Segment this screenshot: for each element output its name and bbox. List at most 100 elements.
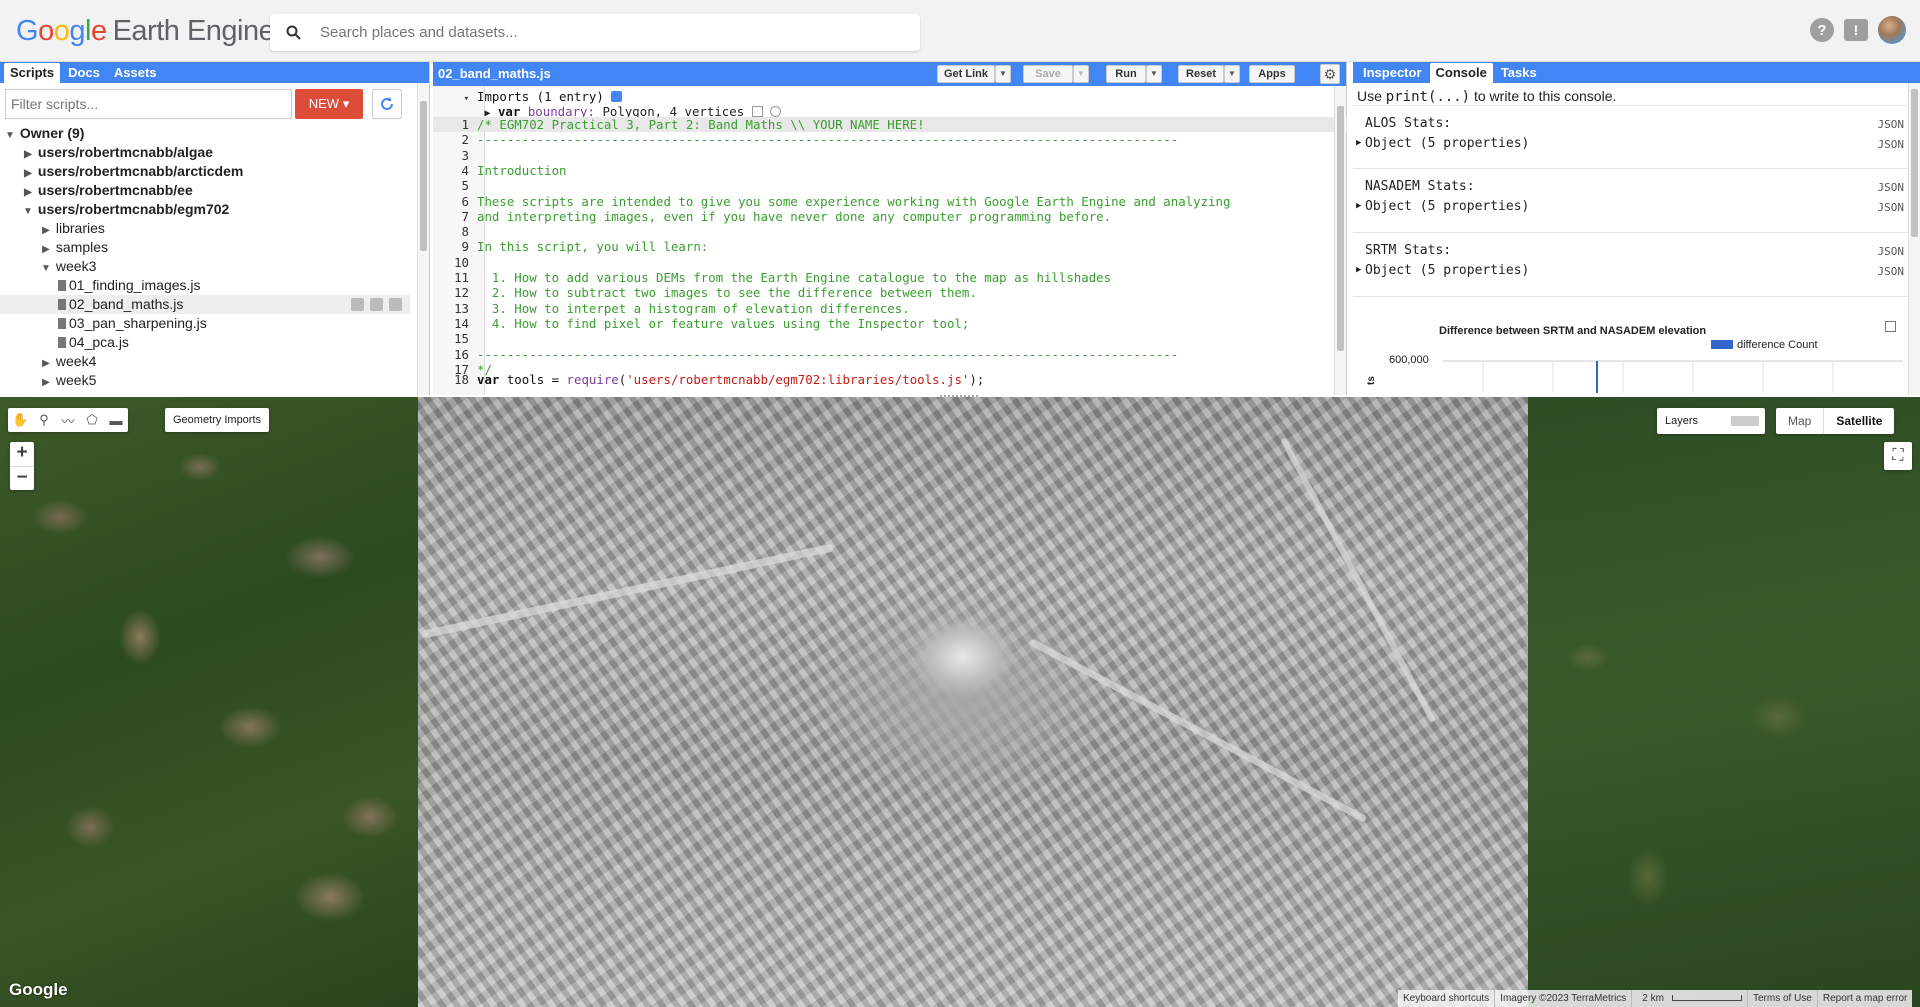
script-folder-item[interactable]: ▶ week4 [0,352,410,371]
report-error-link[interactable]: Report a map error [1816,990,1912,1007]
code-line[interactable]: 4 Introduction [433,163,1347,178]
script-file-item[interactable]: 03_pan_sharpening.js [0,314,410,333]
script-file-item[interactable]: 01_finding_images.js [0,276,410,295]
tab-assets[interactable]: Assets [108,63,163,83]
code-line[interactable]: 15 [433,331,1347,346]
refresh-button[interactable] [372,89,402,119]
entry-object[interactable]: ▶ Object (5 properties) [1356,263,1529,278]
run-dropdown[interactable]: ▼ [1146,65,1162,83]
code-line[interactable]: 12 2. How to subtract two images to see … [433,285,1347,300]
entry-object[interactable]: ▶ Object (5 properties) [1356,199,1529,214]
map-type-satellite-button[interactable]: Satellite [1823,408,1894,434]
code-line[interactable]: 10 [433,255,1347,270]
tab-docs[interactable]: Docs [62,63,106,83]
run-button[interactable]: Run [1106,65,1146,83]
help-icon[interactable]: ? [1810,18,1834,42]
tab-inspector[interactable]: Inspector [1357,63,1428,83]
code-line[interactable]: 7 and interpreting images, even if you ha… [433,209,1347,224]
chevron-right-icon[interactable]: ▶ [40,373,52,392]
code-line[interactable]: 16 --------------------------------------… [433,347,1347,362]
fullscreen-icon[interactable]: ⛶ [1884,442,1912,470]
scrollbar[interactable] [417,83,429,395]
script-file-item[interactable]: 04_pca.js [0,333,410,352]
json-link[interactable]: JSON [1878,138,1905,151]
imports-header-line[interactable]: ▾ Imports (1 entry) [433,89,1347,104]
imports-panel-icon[interactable] [611,91,623,102]
json-link[interactable]: JSON [1878,181,1905,194]
code-line[interactable]: 5 [433,178,1347,193]
draw-line-icon[interactable]: 〰 [60,411,76,430]
json-link[interactable]: JSON [1878,245,1905,258]
map-type-map-button[interactable]: Map [1776,408,1823,434]
search-input[interactable] [320,14,900,51]
apps-button[interactable]: Apps [1249,65,1295,83]
hand-pan-icon[interactable]: ✋ [12,412,28,428]
map-canvas[interactable]: ✋ ⚲ 〰 ⬠ ▬ Geometry Imports + − Layers Ma… [0,397,1920,1007]
delete-import-icon[interactable] [770,106,782,117]
expand-arrow-icon[interactable]: ▶ [1356,265,1361,275]
script-folder-item[interactable]: ▶ users/robertmcnabb/algae [0,143,410,162]
save-dropdown[interactable]: ▼ [1073,65,1089,83]
draw-polygon-icon[interactable]: ⬠ [84,412,100,428]
tab-tasks[interactable]: Tasks [1495,63,1543,83]
filter-scripts-input[interactable] [5,89,292,119]
expand-arrow-icon[interactable]: ▶ [1356,138,1361,148]
save-button[interactable]: Save [1023,65,1073,83]
entry-object[interactable]: ▶ Object (5 properties) [1356,136,1529,151]
edit-import-icon[interactable] [751,106,763,117]
code-line[interactable]: 3 [433,148,1347,163]
terms-link[interactable]: Terms of Use [1746,990,1817,1007]
rename-icon[interactable] [370,298,383,311]
code-area[interactable]: ▾ Imports (1 entry) ▶ var boundary: Polyg… [433,86,1347,395]
script-folder-item[interactable]: ▶ users/robertmcnabb/arcticdem [0,162,410,181]
get-link-dropdown[interactable]: ▼ [995,65,1011,83]
zoom-in-button[interactable]: + [10,442,34,466]
code-line[interactable]: 1 /* EGM702 Practical 3, Part 2: Band Mat… [433,117,1347,132]
script-folder-item[interactable]: ▼ Owner (9) [0,124,410,143]
scale-bar[interactable]: 2 km [1631,990,1747,1007]
reset-button[interactable]: Reset [1178,65,1224,83]
script-file-item[interactable]: 02_band_maths.js [0,295,410,314]
code-line[interactable]: 14 4. How to find pixel or feature value… [433,316,1347,331]
feedback-icon[interactable]: ! [1844,19,1868,41]
layers-control[interactable]: Layers [1657,408,1765,434]
history-icon[interactable] [351,298,364,311]
script-folder-item[interactable]: ▶ libraries [0,219,410,238]
code-line[interactable]: 6 These scripts are intended to give you … [433,194,1347,209]
new-script-button[interactable]: NEW ▾ [295,89,363,119]
popout-icon[interactable] [1885,321,1896,332]
scrollbar[interactable] [1908,83,1920,395]
tab-scripts[interactable]: Scripts [4,63,61,83]
code-line[interactable]: 8 [433,224,1347,239]
zoom-out-button[interactable]: − [10,466,34,490]
add-marker-icon[interactable]: ⚲ [36,412,52,428]
geometry-imports-button[interactable]: Geometry Imports [165,408,270,432]
code-line[interactable]: 13 3. How to interpet a histogram of ele… [433,301,1347,316]
draw-rectangle-icon[interactable]: ▬ [108,413,124,428]
script-folder-item[interactable]: ▼ week3 [0,257,410,276]
json-link[interactable]: JSON [1878,265,1905,278]
script-folder-item[interactable]: ▼ users/robertmcnabb/egm702 [0,200,410,219]
search-box[interactable] [270,14,920,51]
histogram-bar[interactable] [1596,361,1598,393]
collapse-arrow-icon[interactable]: ▾ [464,94,469,104]
code-line[interactable]: 2 ---------------------------------------… [433,132,1347,147]
scrollbar[interactable] [1334,86,1346,395]
json-link[interactable]: JSON [1878,201,1905,214]
code-line-18[interactable]: 18 var tools = require('users/robertmcnab… [433,372,1347,387]
script-folder-item[interactable]: ▶ samples [0,238,410,257]
code-line[interactable]: 11 1. How to add various DEMs from the E… [433,270,1347,285]
earth-engine-logo[interactable]: Google Earth Engine [16,15,275,48]
script-folder-item[interactable]: ▶ users/robertmcnabb/ee [0,181,410,200]
reset-dropdown[interactable]: ▼ [1224,65,1240,83]
get-link-button[interactable]: Get Link [937,65,995,83]
code-line[interactable]: 9 In this script, you will learn: [433,239,1347,254]
tab-console[interactable]: Console [1429,63,1493,83]
delete-icon[interactable] [389,298,402,311]
gear-icon[interactable]: ⚙ [1320,64,1340,84]
keyboard-shortcuts-link[interactable]: Keyboard shortcuts [1398,990,1494,1007]
json-link[interactable]: JSON [1878,118,1905,131]
layer-opacity-slider[interactable] [1731,416,1759,426]
account-avatar[interactable] [1878,16,1906,44]
expand-arrow-icon[interactable]: ▶ [1356,201,1361,211]
